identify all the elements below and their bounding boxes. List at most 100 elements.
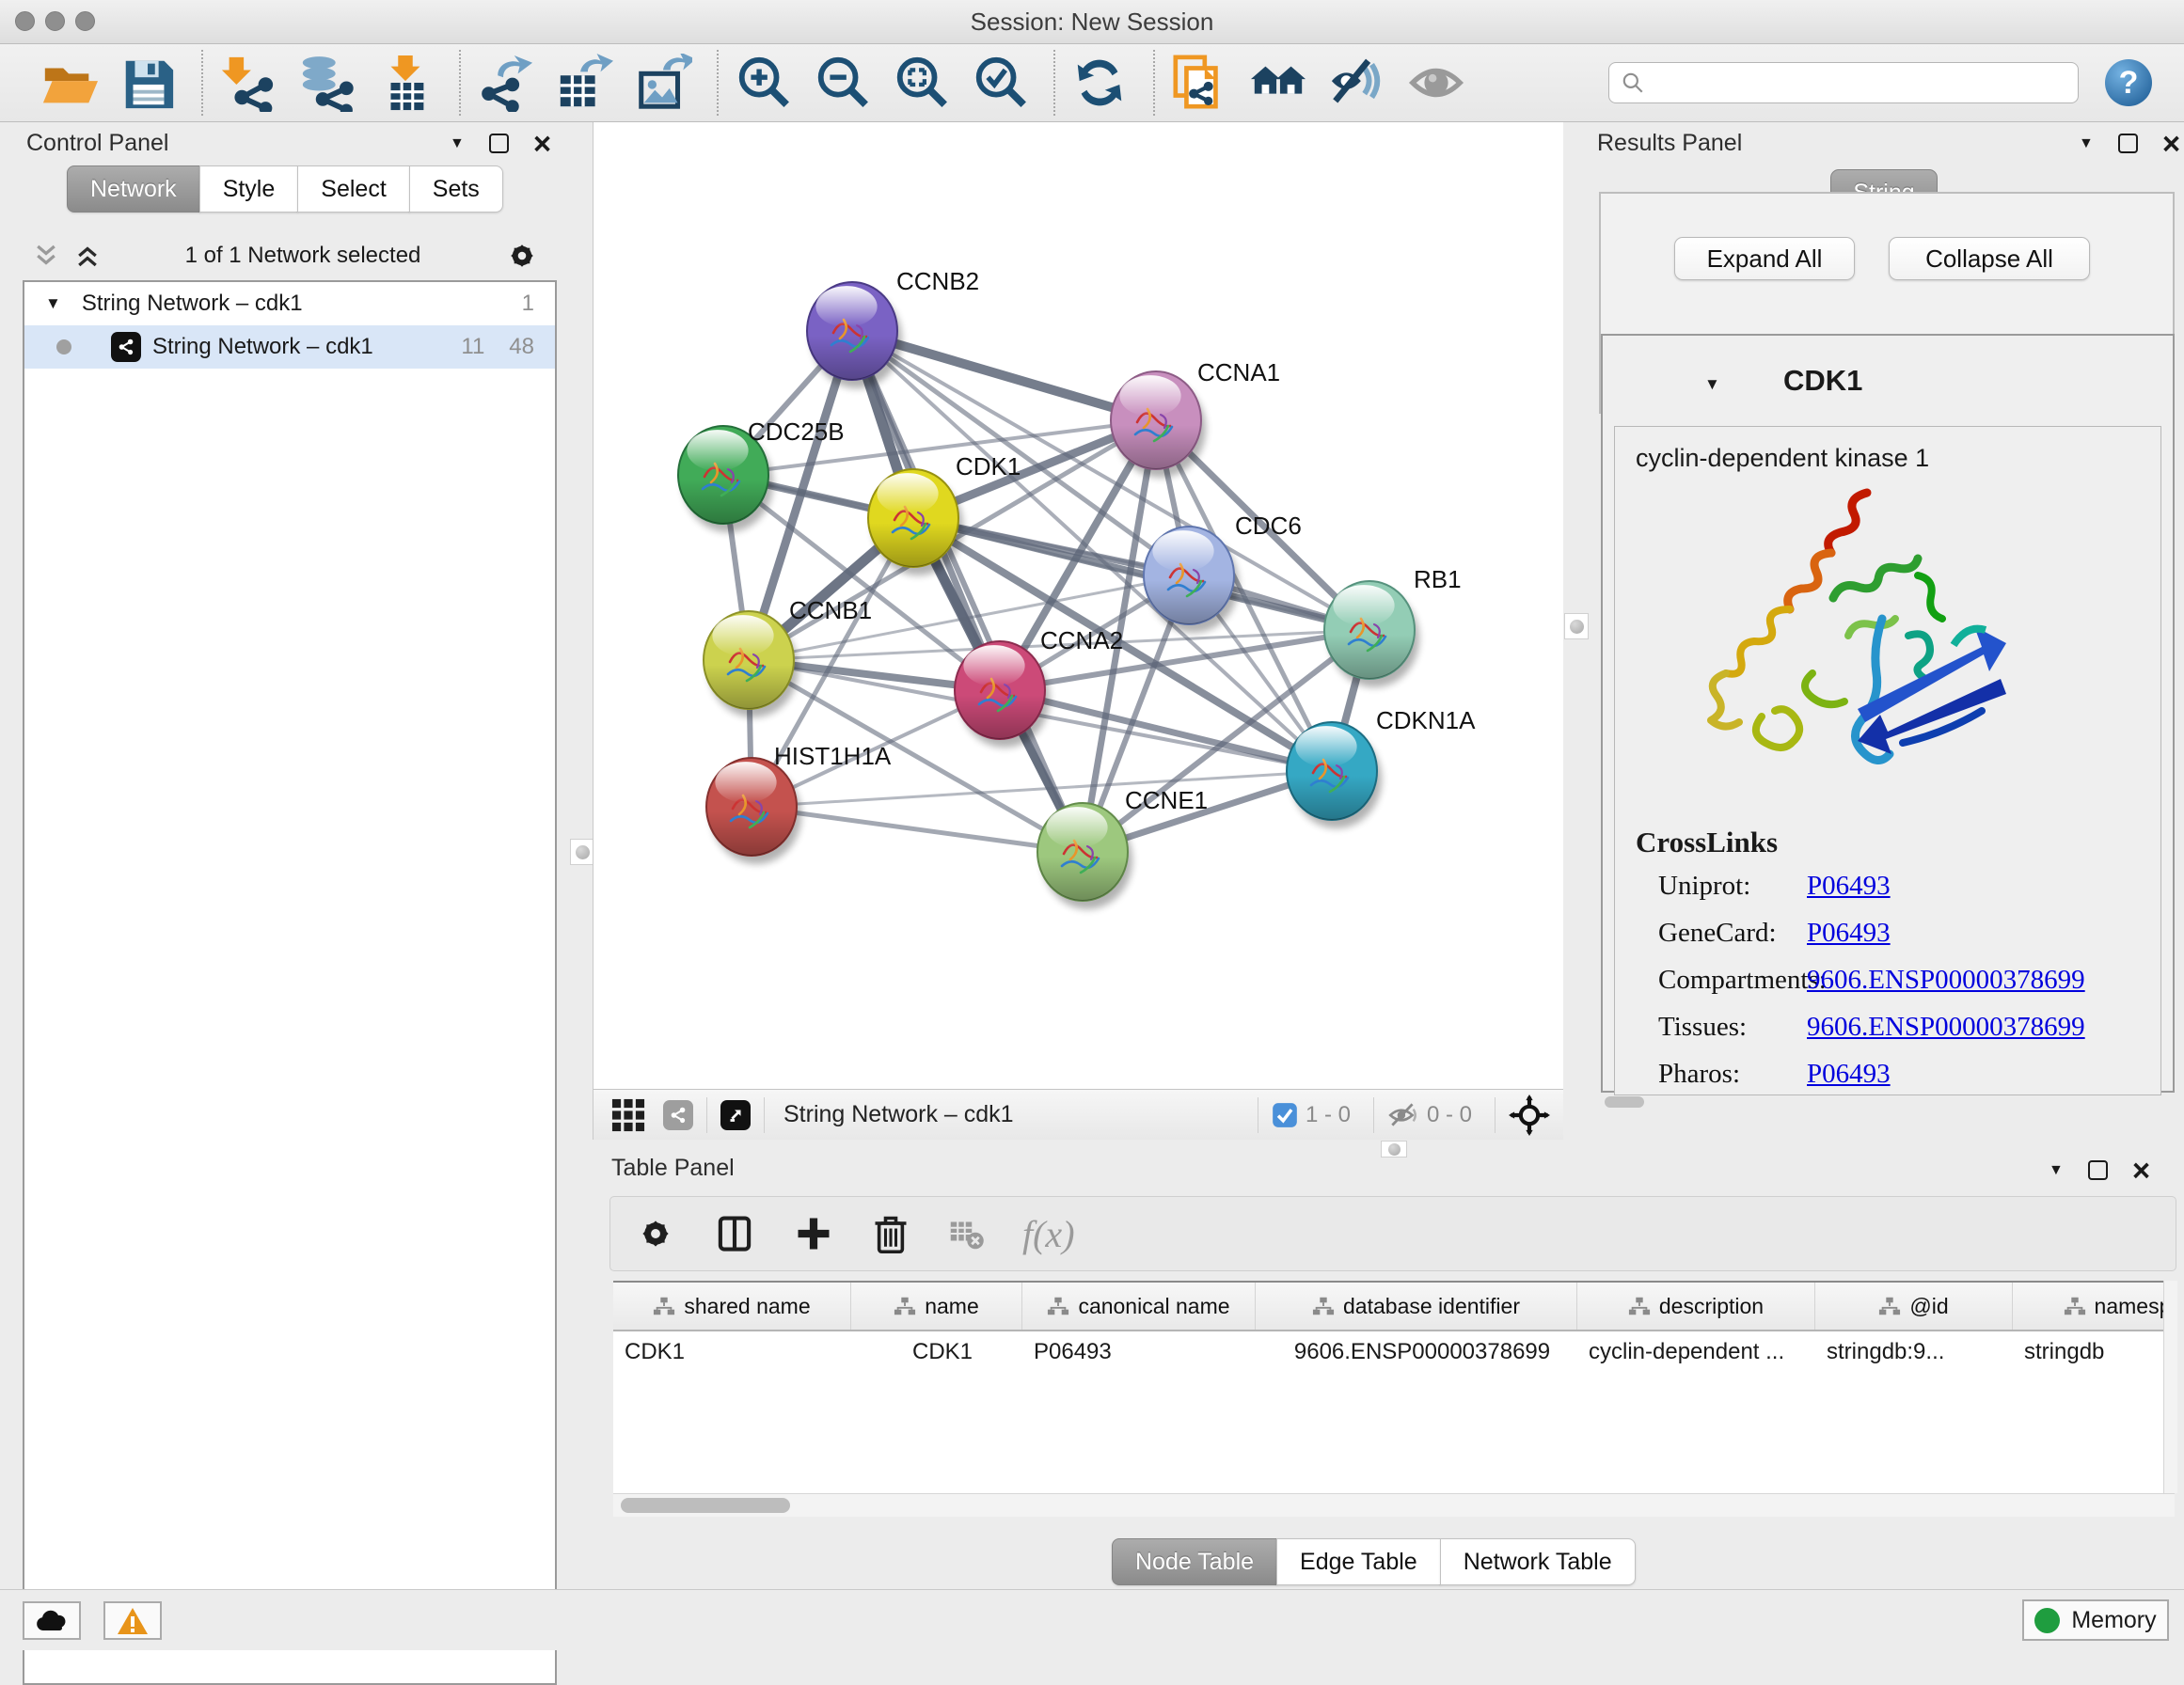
gene-expander-icon[interactable]: ▼: [1704, 375, 1720, 394]
tab-style[interactable]: Style: [199, 165, 299, 213]
node-CCNE1[interactable]: [1037, 803, 1132, 909]
tab-sets[interactable]: Sets: [409, 165, 503, 213]
panel-float-icon[interactable]: [2088, 1160, 2108, 1180]
panel-close-icon[interactable]: ×: [2162, 134, 2180, 153]
export-network-icon[interactable]: [476, 54, 534, 112]
import-network-from-database-icon[interactable]: [297, 54, 356, 112]
table-horizontal-scrollbar[interactable]: [613, 1493, 2175, 1517]
cloud-status-button[interactable]: [23, 1601, 81, 1640]
edge-CCNB2-CCNE1[interactable]: [852, 331, 1083, 852]
scrollbar-thumb[interactable]: [621, 1498, 790, 1513]
node-CDK1[interactable]: [868, 469, 963, 575]
export-image-icon[interactable]: [634, 54, 692, 112]
delete-column-icon[interactable]: [872, 1213, 910, 1254]
save-session-icon[interactable]: [119, 54, 177, 112]
node-CCNA2[interactable]: [955, 641, 1050, 748]
column-header-canonical-name[interactable]: canonical name: [1022, 1283, 1256, 1330]
column-header-description[interactable]: description: [1577, 1283, 1815, 1330]
expand-all-button[interactable]: Expand All: [1674, 237, 1855, 280]
zoom-out-icon[interactable]: [813, 54, 871, 112]
selected-checkbox-icon[interactable]: [1272, 1102, 1298, 1128]
tab-network[interactable]: Network: [67, 165, 200, 213]
column-header-database-identifier[interactable]: database identifier: [1256, 1283, 1577, 1330]
crosslink-link[interactable]: 9606.ENSP00000378699: [1807, 965, 2085, 996]
show-columns-icon[interactable]: [714, 1213, 755, 1254]
node-HIST1H1A[interactable]: [706, 758, 801, 864]
results-scrollbar-thumb[interactable]: [1605, 1096, 1644, 1108]
search-icon: [1621, 71, 1645, 95]
string-view-icon[interactable]: [663, 1100, 693, 1130]
tab-select[interactable]: Select: [297, 165, 409, 213]
network-options-gear-icon[interactable]: [504, 238, 540, 274]
panel-menu-icon[interactable]: ▼: [450, 135, 465, 152]
node-RB1[interactable]: [1324, 581, 1419, 687]
network-canvas[interactable]: CCNB2CCNA1CDC25BCDK1CDC6RB1CCNB1CCNA2CDK…: [593, 122, 1563, 1089]
crosslink-link[interactable]: 9606.ENSP00000378699: [1807, 1012, 2085, 1043]
network-collection-row[interactable]: ▼ String Network – cdk1 1: [24, 282, 555, 325]
crosslink-link[interactable]: P06493: [1807, 871, 1891, 902]
open-session-icon[interactable]: [40, 54, 98, 112]
hidden-eye-icon[interactable]: [1387, 1101, 1419, 1129]
panel-close-icon[interactable]: ×: [2132, 1161, 2150, 1180]
panel-float-icon[interactable]: [2118, 134, 2138, 153]
tab-edge-table[interactable]: Edge Table: [1276, 1538, 1441, 1585]
detach-view-icon[interactable]: [720, 1100, 751, 1130]
birds-eye-grid-icon[interactable]: [609, 1095, 648, 1135]
delete-table-icon[interactable]: [947, 1215, 985, 1252]
network-row[interactable]: String Network – cdk1 11 48: [24, 325, 555, 369]
export-table-icon[interactable]: [555, 54, 613, 112]
tab-network-table[interactable]: Network Table: [1440, 1538, 1636, 1585]
warnings-button[interactable]: [103, 1601, 162, 1640]
expand-all-tree-icon[interactable]: [73, 242, 102, 270]
memory-button[interactable]: Memory: [2022, 1599, 2169, 1641]
table-row[interactable]: CDK1CDK1P064939606.ENSP00000378699cyclin…: [613, 1331, 2175, 1373]
node-CDKN1A[interactable]: [1287, 722, 1382, 828]
panel-menu-icon[interactable]: ▼: [2079, 135, 2094, 152]
crosslink-label: Pharos:: [1658, 1059, 1807, 1090]
zoom-fit-icon[interactable]: [892, 54, 950, 112]
node-CDC6[interactable]: [1144, 527, 1239, 633]
node-CCNA1[interactable]: [1111, 371, 1206, 478]
results-panel: Results Panel ▼ × String Expand All Coll…: [1563, 122, 2184, 1149]
collapse-all-button[interactable]: Collapse All: [1889, 237, 2090, 280]
table-cell: P06493: [1022, 1339, 1256, 1365]
tab-node-table[interactable]: Node Table: [1112, 1538, 1277, 1585]
node-label-CCNB2: CCNB2: [896, 267, 979, 295]
node-table[interactable]: shared namenamecanonical namedatabase id…: [613, 1281, 2175, 1495]
hide-selected-icon[interactable]: [1328, 54, 1386, 112]
crosslink-link[interactable]: P06493: [1807, 918, 1891, 949]
search-box[interactable]: [1608, 62, 2079, 103]
help-button[interactable]: ?: [2105, 59, 2152, 106]
create-column-icon[interactable]: [793, 1213, 834, 1254]
table-options-gear-icon[interactable]: [635, 1213, 676, 1254]
tree-expander-icon[interactable]: ▼: [45, 294, 61, 313]
table-header-row[interactable]: shared namenamecanonical namedatabase id…: [613, 1283, 2175, 1331]
table-vertical-scrollbar[interactable]: [2163, 1281, 2177, 1493]
apply-layout-icon[interactable]: [1070, 54, 1129, 112]
crosslink-link[interactable]: P06493: [1807, 1059, 1891, 1090]
panel-float-icon[interactable]: [489, 134, 509, 153]
left-splitter-handle[interactable]: [570, 839, 594, 865]
import-string-network-icon[interactable]: [1170, 54, 1228, 112]
zoom-selected-icon[interactable]: [971, 54, 1029, 112]
column-header-shared-name[interactable]: shared name: [613, 1283, 851, 1330]
function-builder-icon[interactable]: f(x): [1022, 1212, 1075, 1256]
locate-network-icon[interactable]: [1509, 1094, 1550, 1136]
main-toolbar: ?: [0, 44, 2184, 122]
zoom-in-icon[interactable]: [734, 54, 792, 112]
panel-menu-icon[interactable]: ▼: [2049, 1162, 2064, 1179]
panel-close-icon[interactable]: ×: [533, 134, 551, 153]
search-input[interactable]: [1653, 69, 2066, 97]
network-edges[interactable]: [723, 331, 1369, 852]
column-header-namespace[interactable]: namespace: [2013, 1283, 2175, 1330]
show-all-icon[interactable]: [1407, 54, 1465, 112]
string-network-graph[interactable]: CCNB2CCNA1CDC25BCDK1CDC6RB1CCNB1CCNA2CDK…: [593, 122, 1564, 1089]
column-header--id[interactable]: @id: [1815, 1283, 2013, 1330]
node-CCNB2[interactable]: [807, 282, 902, 388]
first-neighbors-icon[interactable]: [1249, 54, 1307, 112]
column-header-name[interactable]: name: [851, 1283, 1022, 1330]
import-table-from-file-icon[interactable]: [376, 54, 435, 112]
collapse-all-tree-icon[interactable]: [32, 242, 60, 270]
table-type-tabs: Node TableEdge TableNetwork Table: [1113, 1538, 1636, 1585]
import-network-from-file-icon[interactable]: [218, 54, 277, 112]
